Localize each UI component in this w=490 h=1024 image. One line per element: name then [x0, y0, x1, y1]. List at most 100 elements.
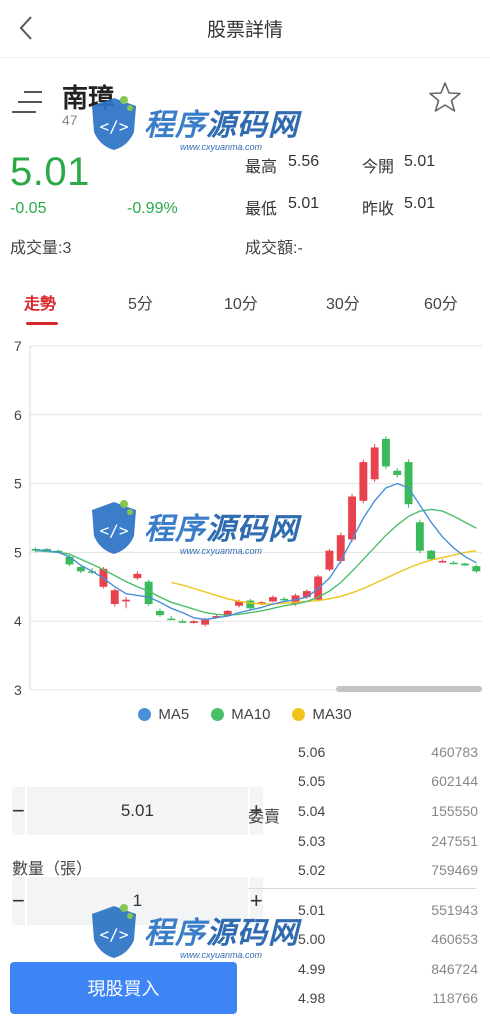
orderbook-divider — [248, 888, 476, 889]
stock-header: 南璋 47 — [0, 72, 490, 132]
tab-10min[interactable]: 10分 — [224, 290, 258, 314]
bid-row: 4.98 118766 — [296, 988, 478, 1010]
price-change: -0.05 — [10, 200, 47, 217]
active-tab-indicator — [26, 322, 58, 325]
top-bar: 股票詳情 — [0, 0, 490, 58]
prev-close-label: 昨收 — [362, 201, 395, 218]
candle-body — [359, 462, 368, 501]
legend-ma30-label: MA30 — [312, 705, 352, 723]
candle-body — [122, 599, 131, 602]
candle-body — [167, 618, 176, 621]
ask-volume: 155550 — [431, 803, 478, 819]
buy-button[interactable]: 現股買入 — [10, 962, 237, 1014]
candle-body — [461, 563, 470, 566]
y-tick-label: 3 — [14, 682, 22, 698]
kline-chart[interactable]: 7 6 5 5 4 3 — [0, 336, 490, 700]
favorite-star-icon[interactable] — [428, 80, 462, 114]
ask-row: 5.02 759469 — [296, 860, 478, 882]
y-tick-label: 4 — [14, 613, 22, 629]
tab-60min[interactable]: 60分 — [424, 290, 458, 314]
volume-text: 成交量:3 — [10, 240, 72, 257]
open-label: 今開 — [362, 159, 395, 176]
ma30-dot-icon — [292, 707, 306, 721]
ask-row: 5.06 460783 — [296, 742, 478, 764]
candle-body — [381, 438, 390, 467]
ask-row: 5.05 602144 — [296, 771, 478, 793]
bid-row: 4.99 846724 — [296, 959, 478, 981]
chevron-left-icon — [19, 16, 32, 40]
candle-body — [370, 447, 379, 480]
y-tick-label: 5 — [14, 544, 22, 560]
current-price: 5.01 — [10, 150, 90, 194]
ma10-dot-icon — [211, 707, 225, 721]
tab-30min[interactable]: 30分 — [326, 290, 360, 314]
quantity-increase-button[interactable]: + — [249, 877, 263, 925]
tab-trend[interactable]: 走勢 — [24, 290, 56, 314]
period-tabs: 走勢 5分 10分 30分 60分 — [0, 284, 490, 326]
candle-body — [189, 621, 198, 623]
candle-body — [133, 573, 142, 579]
menu-icon[interactable] — [12, 88, 44, 116]
ma10-line — [35, 508, 477, 616]
candle-body — [449, 562, 458, 565]
turnover-text: 成交額:- — [245, 240, 303, 257]
ask-volume: 460783 — [431, 744, 478, 760]
ask-label: 委賣 — [248, 809, 281, 826]
bid-volume: 118766 — [432, 990, 478, 1006]
ask-row: 5.04 155550 — [296, 801, 478, 823]
candle-body — [110, 590, 119, 604]
ask-price: 5.03 — [298, 833, 326, 849]
low-value: 5.01 — [288, 195, 320, 212]
bid-price: 5.01 — [298, 902, 326, 918]
watermark-url: www.cxyuanma.com — [180, 142, 263, 152]
back-button[interactable] — [8, 10, 44, 46]
tab-5min[interactable]: 5分 — [128, 290, 153, 314]
kline-chart-svg: 7 6 5 5 4 3 — [14, 338, 482, 698]
chart-legend: MA5 MA10 MA30 — [0, 702, 490, 726]
low-label: 最低 — [245, 201, 278, 218]
prev-close-value: 5.01 — [404, 195, 436, 212]
price-stepper: − + — [12, 787, 263, 835]
y-tick-label: 6 — [14, 407, 22, 423]
svg-text:</>: </> — [100, 925, 129, 944]
candle-body — [438, 561, 447, 563]
ask-price: 5.06 — [298, 744, 326, 760]
ask-price: 5.04 — [298, 803, 326, 819]
candle-body — [246, 600, 255, 609]
chart-scrollbar — [336, 686, 482, 692]
bid-volume: 551943 — [431, 902, 478, 918]
stock-code: 47 — [62, 112, 78, 128]
quantity-decrease-button[interactable]: − — [12, 877, 25, 925]
candle-body — [178, 621, 187, 623]
candle-body — [65, 556, 74, 565]
page-title: 股票詳情 — [206, 20, 283, 41]
bid-price: 5.00 — [298, 931, 326, 947]
price-input[interactable] — [26, 787, 248, 835]
quantity-label: 數量（張） — [12, 861, 93, 878]
candle-body — [472, 566, 481, 572]
quantity-input[interactable] — [26, 877, 248, 925]
candle-body — [280, 598, 289, 601]
bid-volume: 846724 — [431, 961, 478, 977]
ask-price: 5.02 — [298, 862, 326, 878]
bid-volume: 460653 — [431, 931, 478, 947]
y-tick-label: 7 — [14, 338, 22, 354]
ask-volume: 602144 — [431, 773, 478, 789]
candle-body — [393, 470, 402, 475]
bid-row: 5.00 460653 — [296, 929, 478, 951]
legend-ma5: MA5 — [138, 702, 189, 726]
price-decrease-button[interactable]: − — [12, 787, 25, 835]
bid-row: 5.01 551943 — [296, 900, 478, 922]
high-label: 最高 — [245, 159, 278, 176]
open-value: 5.01 — [404, 153, 436, 170]
legend-ma5-label: MA5 — [158, 705, 190, 723]
candle-body — [268, 597, 277, 602]
candle-body — [415, 522, 424, 551]
ask-price: 5.05 — [298, 773, 326, 789]
candle-body — [201, 619, 210, 625]
candle-body — [302, 591, 311, 598]
bid-price: 4.98 — [298, 990, 326, 1006]
price-change-percent: -0.99% — [127, 200, 178, 217]
stock-name: 南璋 — [62, 83, 115, 113]
high-value: 5.56 — [288, 153, 320, 170]
